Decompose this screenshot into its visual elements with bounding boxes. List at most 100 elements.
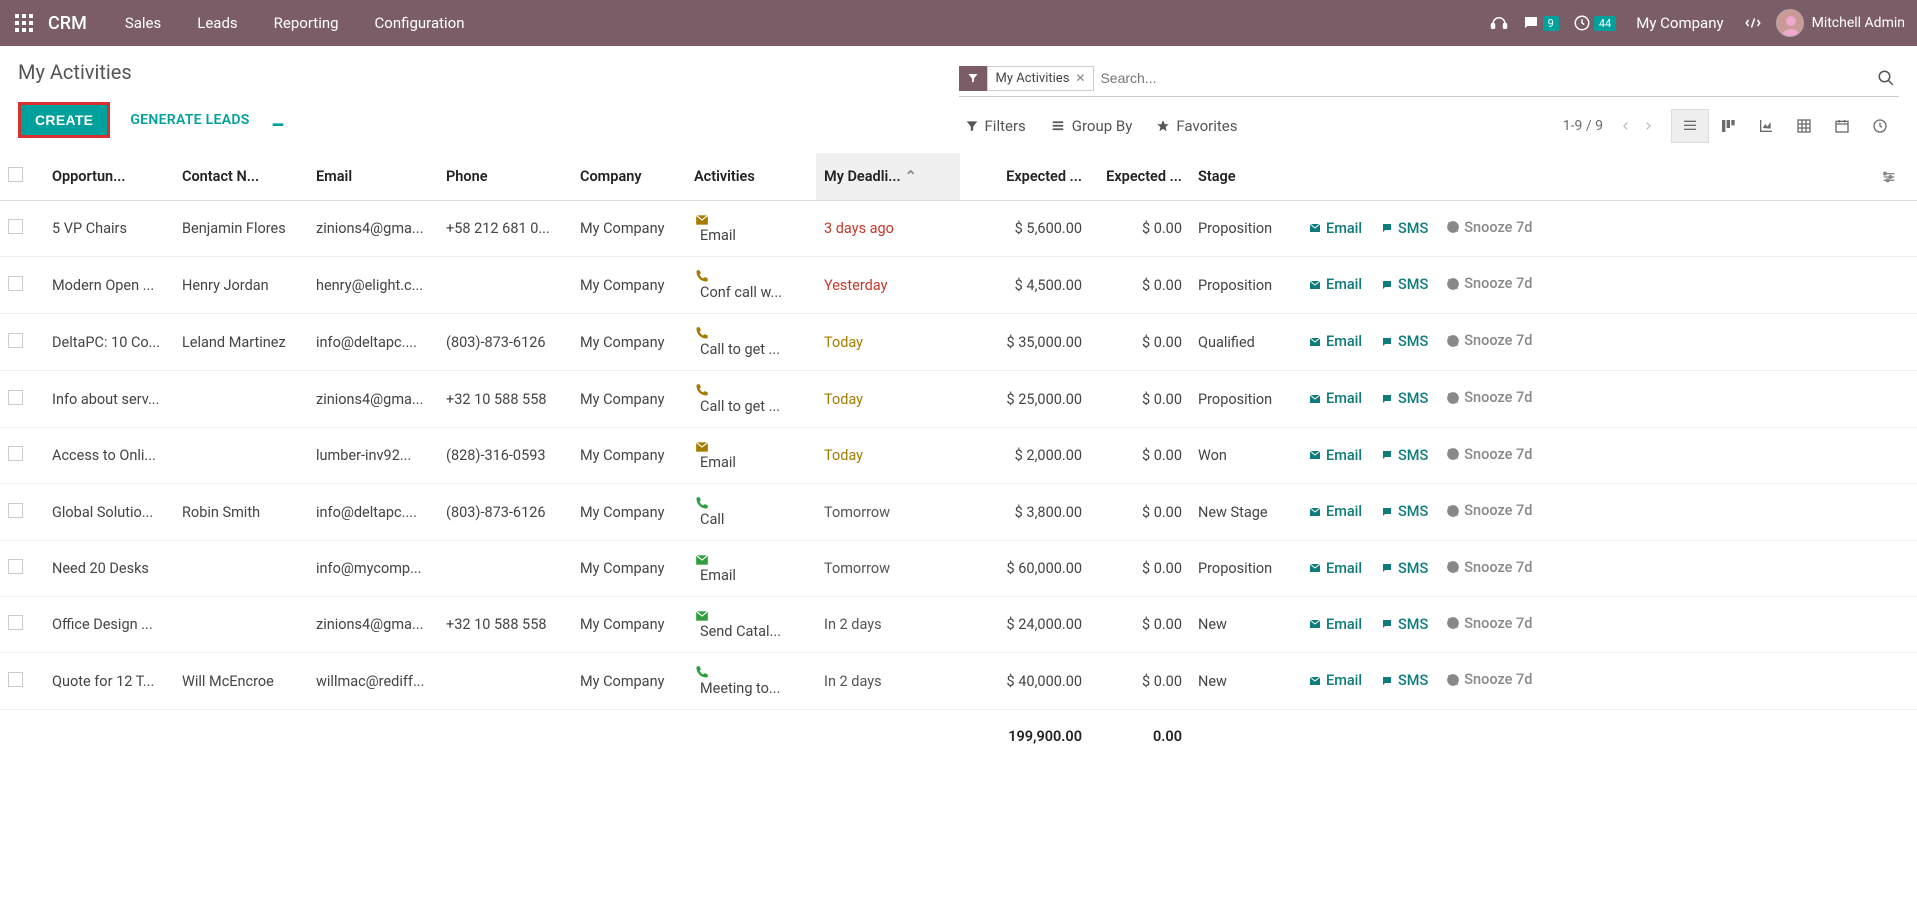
facet-remove-icon[interactable]: ✕: [1075, 71, 1085, 85]
row-email-button[interactable]: Email: [1308, 447, 1362, 464]
pager-text[interactable]: 1-9 / 9: [1563, 118, 1603, 134]
app-brand[interactable]: CRM: [48, 13, 87, 34]
select-all-checkbox[interactable]: [8, 167, 23, 182]
table-row[interactable]: Need 20 Desksinfo@mycomp...My CompanyEma…: [0, 541, 1917, 597]
cell-activity[interactable]: Call: [686, 484, 816, 541]
view-calendar-icon[interactable]: [1823, 109, 1861, 143]
row-email-button[interactable]: Email: [1308, 616, 1362, 633]
import-icon[interactable]: [270, 112, 286, 128]
filters-button[interactable]: Filters: [965, 117, 1026, 135]
nav-configuration[interactable]: Configuration: [359, 0, 481, 46]
row-checkbox[interactable]: [8, 503, 23, 518]
options-icon[interactable]: [1881, 169, 1909, 185]
row-snooze-button[interactable]: Snooze 7d: [1446, 671, 1532, 688]
table-row[interactable]: DeltaPC: 10 Co...Leland Martinezinfo@del…: [0, 314, 1917, 371]
cell-activity[interactable]: Send Catal...: [686, 597, 816, 653]
apps-icon[interactable]: [12, 11, 36, 35]
row-checkbox[interactable]: [8, 615, 23, 630]
col-deadline[interactable]: My Deadli...⌃: [816, 153, 960, 201]
row-checkbox[interactable]: [8, 446, 23, 461]
cell-activity[interactable]: Call to get ...: [686, 314, 816, 371]
generate-leads-button[interactable]: GENERATE LEADS: [126, 104, 253, 136]
col-expected-revenue[interactable]: Expected ...: [960, 153, 1090, 201]
row-snooze-button[interactable]: Snooze 7d: [1446, 219, 1532, 236]
favorites-button[interactable]: Favorites: [1156, 117, 1237, 135]
nav-sales[interactable]: Sales: [109, 0, 177, 46]
row-checkbox[interactable]: [8, 390, 23, 405]
row-sms-button[interactable]: SMS: [1380, 560, 1428, 577]
cell-activity[interactable]: Email: [686, 201, 816, 257]
row-sms-button[interactable]: SMS: [1380, 616, 1428, 633]
row-snooze-button[interactable]: Snooze 7d: [1446, 559, 1532, 576]
debug-icon[interactable]: [1744, 14, 1762, 32]
col-contact[interactable]: Contact N...: [174, 153, 308, 201]
activities-clock-icon[interactable]: 44: [1573, 14, 1616, 32]
view-graph-icon[interactable]: [1747, 109, 1785, 143]
row-sms-button[interactable]: SMS: [1380, 333, 1428, 350]
row-sms-button[interactable]: SMS: [1380, 390, 1428, 407]
row-email-button[interactable]: Email: [1308, 276, 1362, 293]
total-revenue: 199,900.00: [960, 710, 1090, 758]
row-sms-button[interactable]: SMS: [1380, 447, 1428, 464]
col-email[interactable]: Email: [308, 153, 438, 201]
table-row[interactable]: Modern Open ...Henry Jordanhenry@elight.…: [0, 257, 1917, 314]
row-email-button[interactable]: Email: [1308, 560, 1362, 577]
row-email-button[interactable]: Email: [1308, 503, 1362, 520]
nav-leads[interactable]: Leads: [181, 0, 253, 46]
row-email-button[interactable]: Email: [1308, 333, 1362, 350]
row-sms-button[interactable]: SMS: [1380, 503, 1428, 520]
cell-activity[interactable]: Email: [686, 428, 816, 484]
pager-prev-icon[interactable]: [1621, 119, 1631, 133]
row-snooze-button[interactable]: Snooze 7d: [1446, 615, 1532, 632]
cell-activity[interactable]: Meeting to...: [686, 653, 816, 710]
row-sms-button[interactable]: SMS: [1380, 220, 1428, 237]
user-menu[interactable]: Mitchell Admin: [1776, 9, 1905, 37]
row-checkbox[interactable]: [8, 219, 23, 234]
row-snooze-button[interactable]: Snooze 7d: [1446, 275, 1532, 292]
company-switcher[interactable]: My Company: [1630, 0, 1729, 46]
col-phone[interactable]: Phone: [438, 153, 572, 201]
table-row[interactable]: 5 VP ChairsBenjamin Floreszinions4@gma..…: [0, 201, 1917, 257]
group-by-button[interactable]: Group By: [1050, 117, 1133, 135]
search-input[interactable]: [1094, 64, 1873, 92]
pager-next-icon[interactable]: [1643, 119, 1653, 133]
view-activity-icon[interactable]: [1861, 109, 1899, 143]
cell-activity[interactable]: Email: [686, 541, 816, 597]
view-pivot-icon[interactable]: [1785, 109, 1823, 143]
row-email-button[interactable]: Email: [1308, 390, 1362, 407]
table-row[interactable]: Access to Onli...lumber-inv92...(828)-31…: [0, 428, 1917, 484]
row-checkbox[interactable]: [8, 559, 23, 574]
row-snooze-button[interactable]: Snooze 7d: [1446, 389, 1532, 406]
col-company[interactable]: Company: [572, 153, 686, 201]
cell-activity[interactable]: Call to get ...: [686, 371, 816, 428]
table-row[interactable]: Global Solutio...Robin Smithinfo@deltapc…: [0, 484, 1917, 541]
view-list-icon[interactable]: [1671, 109, 1709, 143]
row-checkbox[interactable]: [8, 276, 23, 291]
cell-actions: Email SMS Snooze 7d: [1300, 201, 1873, 257]
headset-icon[interactable]: [1490, 14, 1508, 32]
create-button[interactable]: CREATE: [18, 102, 110, 138]
col-activities[interactable]: Activities: [686, 153, 816, 201]
col-opportunity[interactable]: Opportun...: [44, 153, 174, 201]
discuss-icon[interactable]: 9: [1522, 14, 1559, 32]
nav-reporting[interactable]: Reporting: [258, 0, 355, 46]
row-snooze-button[interactable]: Snooze 7d: [1446, 502, 1532, 519]
cell-revenue: $ 40,000.00: [960, 653, 1090, 710]
col-expected-mrr[interactable]: Expected ...: [1090, 153, 1190, 201]
row-sms-button[interactable]: SMS: [1380, 672, 1428, 689]
row-checkbox[interactable]: [8, 672, 23, 687]
table-row[interactable]: Office Design ...zinions4@gma...+32 10 5…: [0, 597, 1917, 653]
row-sms-button[interactable]: SMS: [1380, 276, 1428, 293]
search-icon[interactable]: [1873, 65, 1899, 91]
row-snooze-button[interactable]: Snooze 7d: [1446, 446, 1532, 463]
col-stage[interactable]: Stage: [1190, 153, 1300, 201]
table-row[interactable]: Info about serv...zinions4@gma...+32 10 …: [0, 371, 1917, 428]
cell-opportunity: 5 VP Chairs: [44, 201, 174, 257]
row-email-button[interactable]: Email: [1308, 220, 1362, 237]
view-kanban-icon[interactable]: [1709, 109, 1747, 143]
row-checkbox[interactable]: [8, 333, 23, 348]
row-email-button[interactable]: Email: [1308, 672, 1362, 689]
table-row[interactable]: Quote for 12 T...Will McEncroewillmac@re…: [0, 653, 1917, 710]
row-snooze-button[interactable]: Snooze 7d: [1446, 332, 1532, 349]
cell-activity[interactable]: Conf call w...: [686, 257, 816, 314]
